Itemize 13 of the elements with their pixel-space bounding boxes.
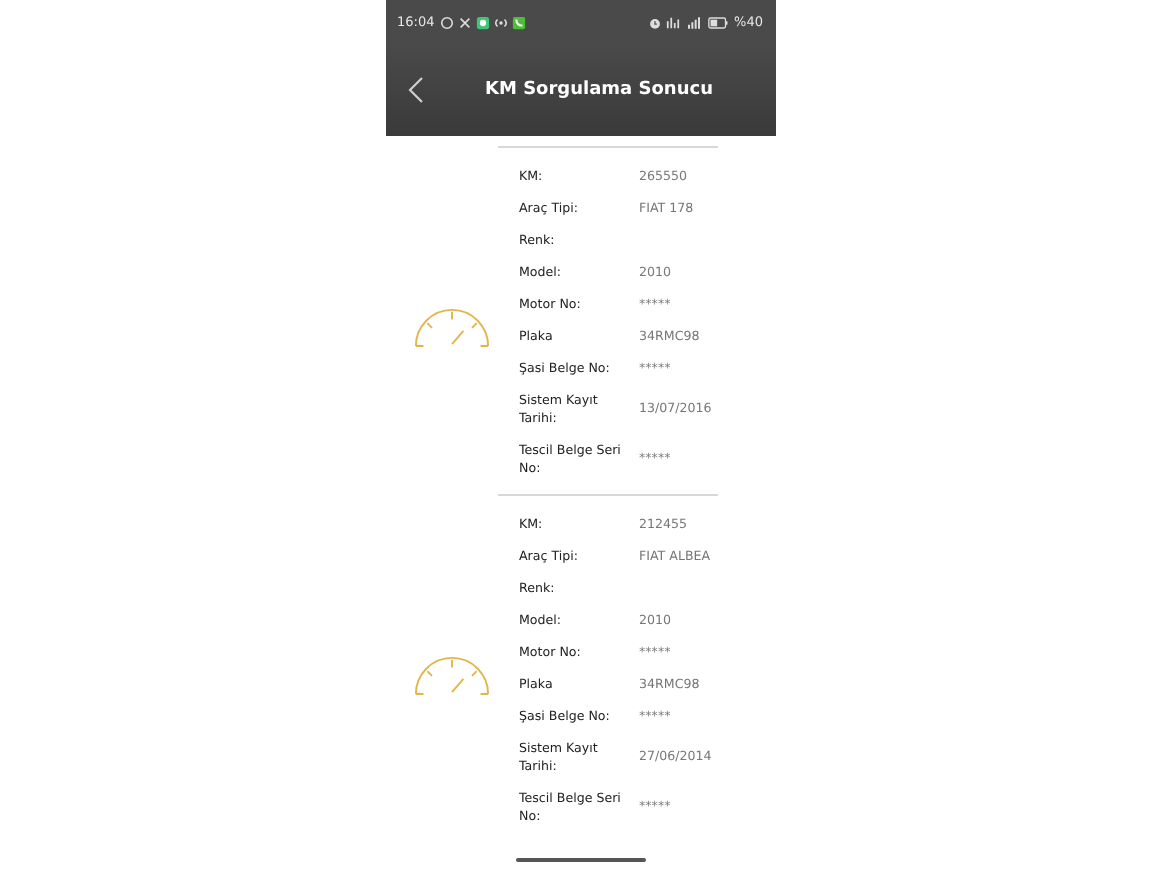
speedometer-icon (414, 305, 490, 347)
phone-icon (512, 15, 527, 29)
broadcast-icon (494, 15, 509, 29)
back-button[interactable] (405, 74, 425, 106)
speedometer-icon (414, 653, 490, 695)
back-icon (407, 76, 423, 104)
signal-icon (684, 15, 705, 29)
app-icon (476, 15, 491, 29)
screen-title: KM Sorgulama Sonucu (485, 80, 713, 100)
cross-icon (458, 15, 473, 29)
alarm-icon (648, 15, 663, 29)
battery-icon (708, 15, 729, 29)
network-icon (666, 15, 681, 29)
